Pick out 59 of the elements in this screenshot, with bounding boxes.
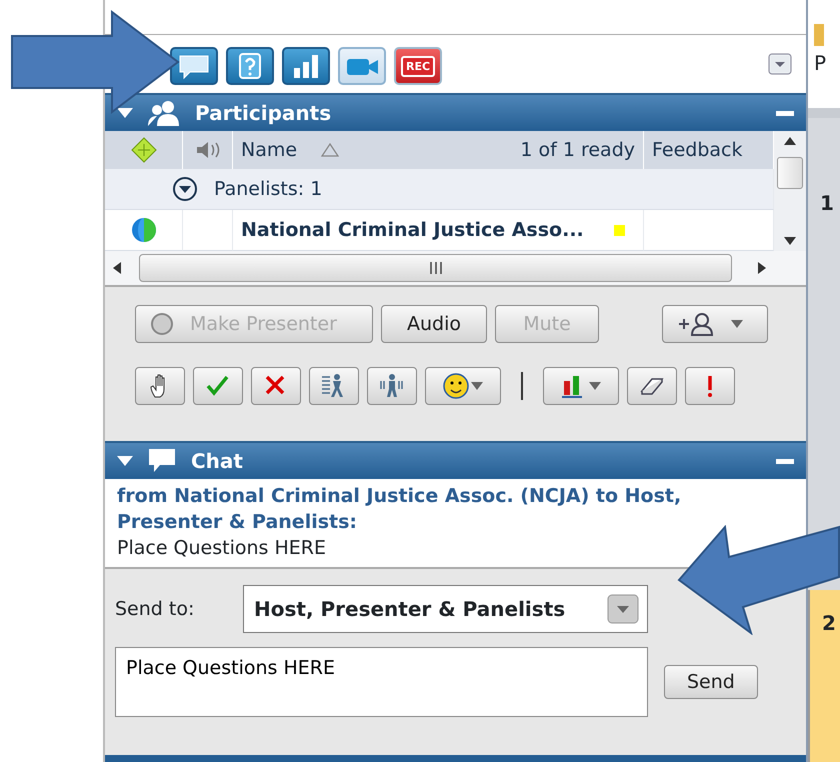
faster-button[interactable] [309,367,359,405]
speaker-icon [194,140,220,160]
walking-figure-icon [379,373,405,399]
diamond-status-icon [130,137,156,163]
action-button[interactable]: Audio [381,305,487,343]
caret-icon [731,320,743,328]
folder-icon [814,24,824,46]
column-header[interactable]: Name [241,136,298,164]
alert-button[interactable] [685,367,735,405]
globe-icon [130,217,156,243]
horizontal-scrollbar-thumb[interactable] [139,254,732,282]
chat-input[interactable]: Place Questions HERE [115,647,648,717]
message-text: Place Questions HERE [117,536,327,561]
slower-button[interactable] [367,367,417,405]
grip-icon [428,262,442,274]
recipient-dropdown[interactable]: Host, Presenter & Panelists [243,585,648,633]
exclamation-icon [706,376,714,396]
add-person-icon [677,312,715,336]
vertical-scrollbar[interactable] [774,131,806,251]
invite-button[interactable] [662,305,768,343]
video-button[interactable] [338,47,386,85]
column-header[interactable]: 1 of 1 ready [520,136,635,164]
collapse-caret-icon [117,108,133,118]
panel-title: Participants [195,100,332,127]
record-button[interactable]: REC [394,47,442,85]
minimize-icon[interactable] [776,458,794,464]
presenter-ball-icon [150,312,174,336]
people-icon [147,100,181,126]
group-label: Panelists: 1 [214,176,322,202]
panel-title: Chat [191,448,243,475]
emoticon-button[interactable] [425,367,501,405]
send-button[interactable]: Send [664,665,758,699]
panel-menu-button[interactable] [768,51,792,75]
chart-button[interactable] [543,367,619,405]
caret-icon [471,382,483,390]
caret-icon [589,382,601,390]
smiley-icon [443,373,469,399]
hand-button[interactable] [135,367,185,405]
edge-text: 2 [822,611,836,635]
chat-button[interactable] [170,47,218,85]
collapse-circle-icon[interactable] [172,176,198,202]
collapse-caret-icon [117,456,133,466]
cross-button[interactable] [251,367,301,405]
message-header: from National Criminal Justice Assoc. (NCJA) to Host, Presenter & Panelists: [117,484,682,535]
participant-name[interactable]: National Criminal Justice Asso... [241,216,584,244]
check-button[interactable] [193,367,243,405]
scroll-down-icon [784,237,796,245]
scroll-left-icon[interactable] [113,262,121,274]
scrollbar-thumb[interactable] [777,157,803,189]
edge-text: 1 [819,190,835,217]
send-to-label: Send to: [115,596,196,622]
scroll-up-icon [784,137,796,145]
sort-ascending-icon [321,142,340,158]
edge-text: P [814,50,828,77]
poll-button[interactable] [282,47,330,85]
eraser-button[interactable] [627,367,677,405]
help-button[interactable] [226,47,274,85]
scroll-right-icon[interactable] [758,262,766,274]
minimize-icon[interactable] [776,110,794,116]
